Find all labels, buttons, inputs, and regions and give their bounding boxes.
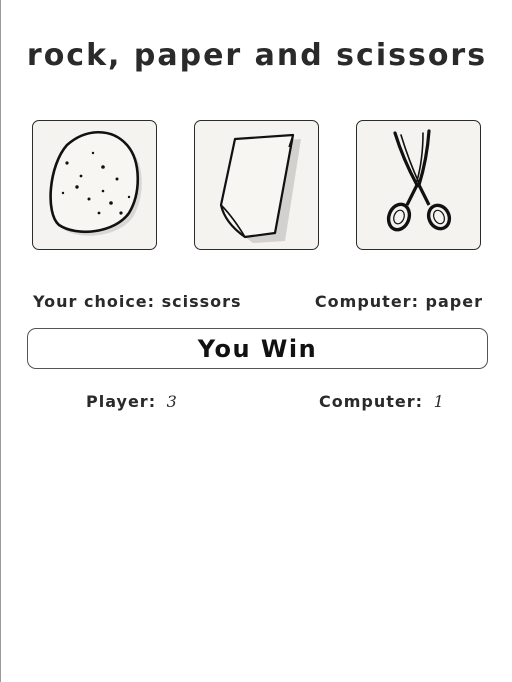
page-title: rock, paper and scissors <box>26 38 488 73</box>
computer-score-label: Computer: <box>319 392 424 411</box>
computer-choice-label: Computer: <box>314 292 419 311</box>
choices-status: Your choice: scissors Computer: paper <box>1 292 512 314</box>
paper-icon <box>219 133 301 243</box>
choice-buttons <box>32 120 483 252</box>
computer-score-value: 1 <box>433 392 445 411</box>
player-score: Player: 3 <box>86 392 178 411</box>
rock-icon <box>49 131 142 236</box>
computer-choice-value: paper <box>425 292 483 311</box>
computer-choice: Computer: paper <box>315 292 483 311</box>
player-score-label: Player: <box>86 392 157 411</box>
your-choice: Your choice: scissors <box>33 292 242 311</box>
scissors-icon <box>386 129 452 232</box>
computer-score: Computer: 1 <box>319 392 445 411</box>
rock-button[interactable] <box>32 120 157 250</box>
scoreboard: Player: 3 Computer: 1 <box>1 392 512 414</box>
game-page: { "title": "rock, paper and scissors", "… <box>0 0 512 682</box>
your-choice-value: scissors <box>161 292 242 311</box>
player-score-value: 3 <box>166 392 178 411</box>
scissors-button[interactable] <box>356 120 481 250</box>
your-choice-label: Your choice: <box>33 292 156 311</box>
result-banner: You Win <box>27 328 488 369</box>
paper-button[interactable] <box>194 120 319 250</box>
